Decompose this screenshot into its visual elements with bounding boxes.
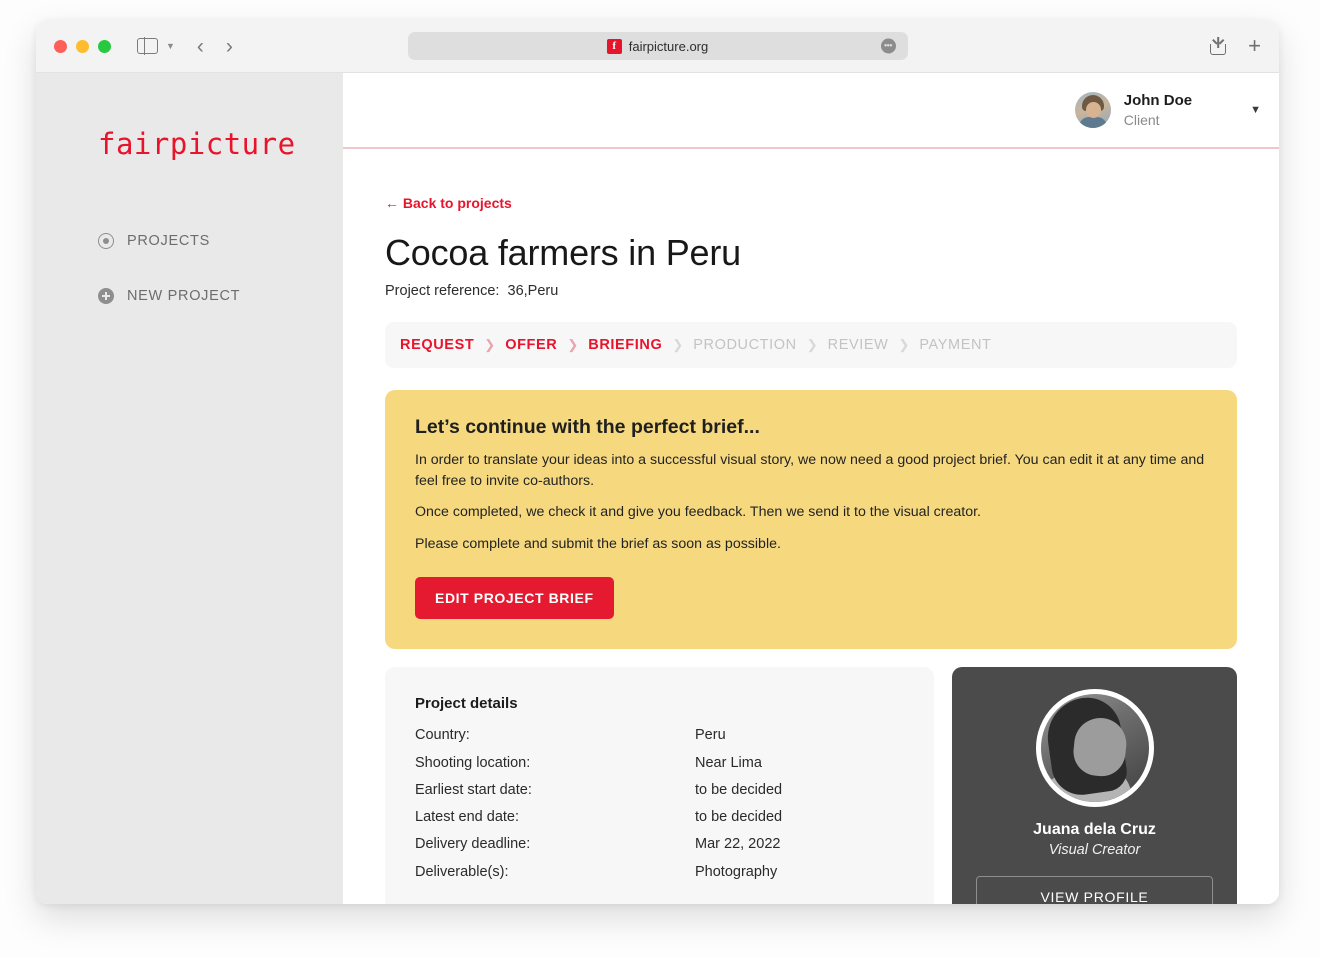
ellipsis-icon[interactable]: ••• (880, 38, 896, 54)
target-icon (98, 233, 114, 249)
chevron-right-icon: ❯ (567, 337, 579, 352)
site-favicon: f (606, 38, 622, 54)
detail-row-country: Country: Peru (415, 722, 904, 749)
back-to-projects-link[interactable]: ← Back to projects (385, 195, 512, 211)
creator-portrait (1035, 689, 1154, 808)
notice-paragraph-1: In order to translate your ideas into a … (415, 452, 1205, 489)
user-name: John Doe (1123, 91, 1193, 109)
project-reference-label: Project reference: (385, 283, 500, 299)
notice-heading: Let’s continue with the perfect brief... (415, 416, 760, 438)
avatar (1074, 92, 1111, 128)
detail-value: Near Lima (695, 754, 762, 771)
new-tab-icon[interactable]: + (1248, 35, 1261, 57)
window-controls (54, 39, 111, 53)
detail-value: to be decided (695, 809, 783, 826)
share-icon[interactable] (1210, 37, 1227, 55)
page-scroll-area[interactable]: ← Back to projects Cocoa farmers in Peru… (343, 149, 1279, 904)
lower-section: Project details Country: Peru Shooting l… (385, 667, 1237, 904)
project-details-card: Project details Country: Peru Shooting l… (385, 667, 934, 904)
visual-creator-card: Juana dela Cruz Visual Creator VIEW PROF… (952, 667, 1237, 904)
chevron-down-icon[interactable]: ▼ (166, 41, 175, 51)
minimize-window-button[interactable] (76, 39, 89, 53)
browser-window: ▼ ‹ › f fairpicture.org ••• + fairpictur… (36, 20, 1279, 904)
sidebar-toggle-icon[interactable] (137, 37, 158, 55)
detail-value: to be decided (695, 781, 783, 798)
forward-icon[interactable]: › (226, 36, 233, 57)
view-profile-button[interactable]: VIEW PROFILE (976, 876, 1213, 904)
detail-label: Latest end date: (415, 809, 519, 826)
detail-value: Photography (695, 863, 778, 880)
project-details-title: Project details (415, 695, 518, 713)
notice-paragraph-2: Once completed, we check it and give you… (415, 504, 981, 521)
browser-titlebar: ▼ ‹ › f fairpicture.org ••• + (36, 20, 1279, 73)
sidebar-item-projects[interactable]: PROJECTS (36, 221, 343, 261)
page-title: Cocoa farmers in Peru (385, 232, 741, 273)
user-role: Client (1123, 111, 1160, 128)
stepper-step-request[interactable]: REQUEST (400, 337, 474, 353)
chevron-right-icon: ❯ (484, 337, 496, 352)
creator-name: Juana dela Cruz (1033, 821, 1156, 839)
sidebar-toggle-group: ▼ (137, 37, 175, 55)
detail-value: Mar 22, 2022 (695, 836, 781, 853)
edit-project-brief-button[interactable]: EDIT PROJECT BRIEF (415, 577, 614, 620)
brief-notice-panel: Let’s continue with the perfect brief...… (385, 390, 1237, 650)
app-sidebar: fairpicture PROJECTS NEW PROJECT (36, 73, 343, 904)
detail-row-shooting-location: Shooting location: Near Lima (415, 750, 904, 777)
close-window-button[interactable] (54, 39, 67, 53)
project-stage-stepper: REQUEST ❯ OFFER ❯ BRIEFING ❯ PRODUCTION … (385, 322, 1237, 368)
project-reference-value: 36,Peru (507, 283, 559, 299)
chevron-right-icon: ❯ (806, 337, 818, 352)
sidebar-item-new-project[interactable]: NEW PROJECT (36, 276, 343, 316)
sidebar-nav: PROJECTS NEW PROJECT (36, 221, 343, 316)
detail-value: Peru (695, 727, 726, 744)
project-reference: Project reference: 36,Peru (385, 283, 1237, 299)
detail-row-delivery-deadline: Delivery deadline: Mar 22, 2022 (415, 831, 904, 858)
app-content: John Doe Client ▼ ← Back to projects Coc… (343, 73, 1279, 904)
url-text: fairpicture.org (628, 38, 709, 54)
stepper-step-offer[interactable]: OFFER (505, 337, 557, 353)
detail-row-latest-end-date: Latest end date: to be decided (415, 804, 904, 831)
chevron-right-icon: ❯ (672, 337, 684, 352)
detail-label: Delivery deadline: (415, 836, 531, 853)
creator-role: Visual Creator (1048, 842, 1141, 859)
plus-circle-icon (98, 288, 114, 304)
app-logo[interactable]: fairpicture (36, 73, 343, 161)
sidebar-item-label: PROJECTS (127, 233, 210, 249)
detail-label: Shooting location: (415, 754, 531, 771)
detail-label: Deliverable(s): (415, 863, 509, 880)
detail-label: Earliest start date: (415, 781, 532, 798)
sidebar-item-label: NEW PROJECT (127, 288, 241, 304)
chevron-right-icon: ❯ (898, 337, 910, 352)
detail-row-earliest-start-date: Earliest start date: to be decided (415, 777, 904, 804)
navigation-arrows: ‹ › (197, 36, 233, 57)
stepper-step-production[interactable]: PRODUCTION (693, 337, 796, 353)
detail-label: Country: (415, 727, 470, 744)
address-bar[interactable]: f fairpicture.org ••• (407, 32, 908, 60)
stepper-step-review[interactable]: REVIEW (828, 337, 889, 353)
user-menu[interactable]: John Doe Client ▼ (1074, 90, 1261, 131)
back-icon[interactable]: ‹ (197, 36, 204, 57)
stepper-step-payment[interactable]: PAYMENT (919, 337, 991, 353)
titlebar-right-actions: + (1210, 35, 1261, 57)
detail-row-deliverables: Deliverable(s): Photography (415, 859, 904, 886)
chevron-down-icon[interactable]: ▼ (1250, 104, 1261, 116)
notice-paragraph-3: Please complete and submit the brief as … (415, 535, 781, 552)
maximize-window-button[interactable] (98, 39, 111, 53)
app-root: fairpicture PROJECTS NEW PROJECT John Do… (36, 73, 1279, 904)
app-topbar: John Doe Client ▼ (343, 73, 1279, 149)
stepper-step-briefing[interactable]: BRIEFING (588, 337, 662, 353)
